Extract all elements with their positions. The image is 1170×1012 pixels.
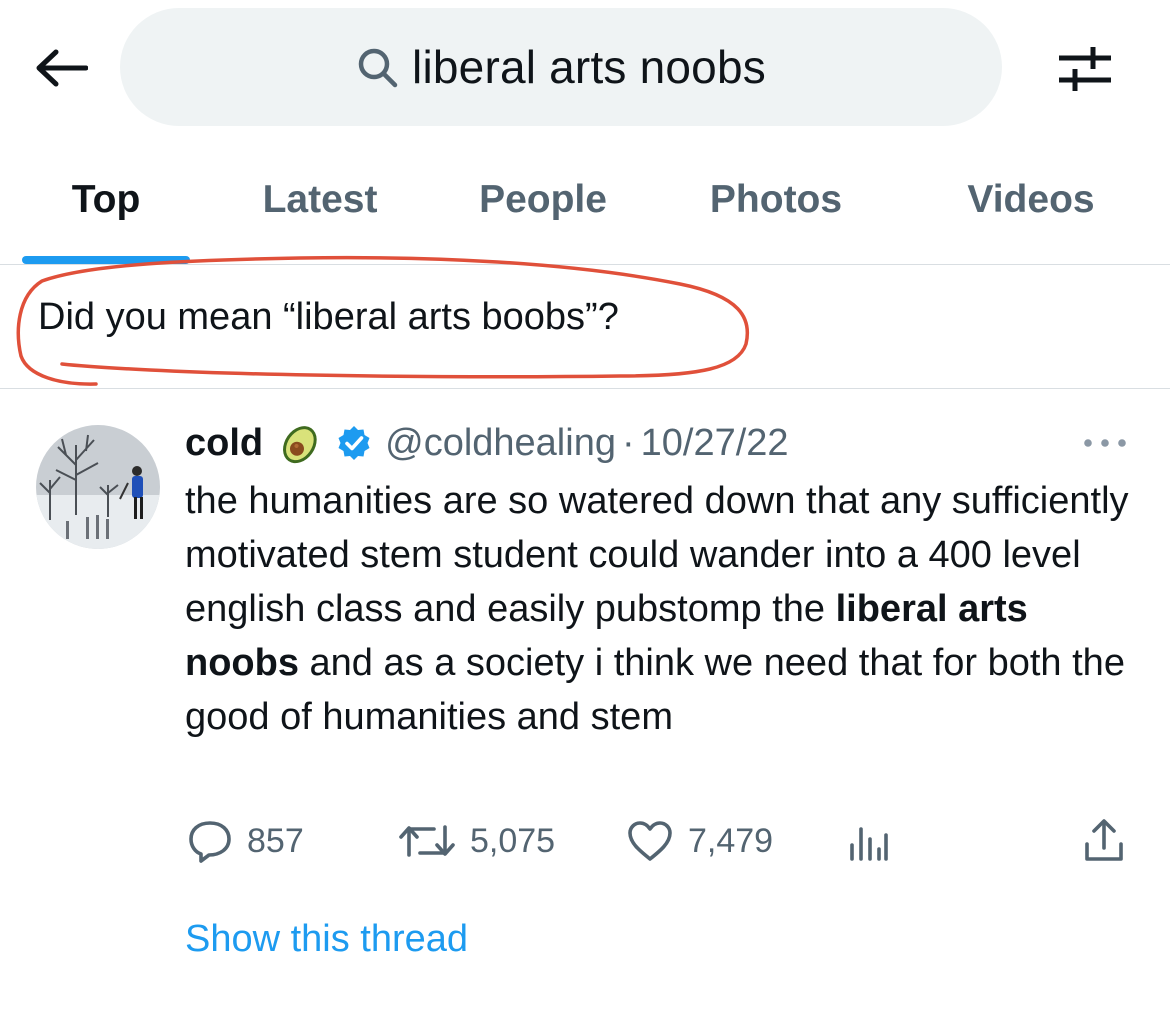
reply-icon xyxy=(189,821,231,863)
tab-people[interactable]: People xyxy=(450,150,636,250)
tab-photos[interactable]: Photos xyxy=(680,150,872,250)
suggestion-divider xyxy=(0,388,1170,389)
tab-top[interactable]: Top xyxy=(22,150,190,250)
separator-dot: · xyxy=(621,421,635,464)
author-name[interactable]: cold xyxy=(185,422,263,465)
avocado-icon xyxy=(277,419,325,467)
retweet-button[interactable]: 5,075 xyxy=(398,818,555,864)
more-icon xyxy=(1084,439,1126,447)
reply-count: 857 xyxy=(247,821,304,860)
author-handle[interactable]: @coldhealing xyxy=(385,422,616,465)
avatar[interactable] xyxy=(36,425,160,549)
back-button[interactable] xyxy=(30,40,92,96)
like-button[interactable]: 7,479 xyxy=(626,818,773,864)
retweet-icon xyxy=(399,825,455,857)
show-thread-link[interactable]: Show this thread xyxy=(185,918,468,961)
search-input[interactable]: liberal arts noobs xyxy=(120,8,1002,126)
view-analytics-button[interactable] xyxy=(848,818,890,864)
back-arrow-icon xyxy=(36,49,88,87)
search-icon xyxy=(358,48,398,88)
tweet-text-end: and as a society i think we need that fo… xyxy=(185,642,1125,738)
sliders-icon xyxy=(1059,47,1111,91)
hand-drawn-circle-annotation xyxy=(16,255,750,386)
analytics-icon xyxy=(850,827,888,861)
share-icon xyxy=(1085,819,1123,861)
tweet-date[interactable]: 10/27/22 xyxy=(641,422,789,465)
tweet-header: cold @coldhealing · 10/27/22 xyxy=(185,418,789,468)
tab-latest[interactable]: Latest xyxy=(230,150,410,250)
verified-badge-icon[interactable] xyxy=(335,424,373,462)
heart-icon xyxy=(628,821,672,861)
more-options-button[interactable] xyxy=(1080,426,1130,460)
tab-videos[interactable]: Videos xyxy=(940,150,1122,250)
share-button[interactable] xyxy=(1082,818,1126,864)
retweet-count: 5,075 xyxy=(470,821,556,860)
reply-button[interactable]: 857 xyxy=(187,818,304,864)
tweet-text: the humanities are so watered down that … xyxy=(185,474,1145,744)
snowy-scene-photo xyxy=(36,425,160,549)
search-query: liberal arts noobs xyxy=(412,41,766,93)
like-count: 7,479 xyxy=(688,821,774,860)
search-settings-button[interactable] xyxy=(1052,36,1118,100)
